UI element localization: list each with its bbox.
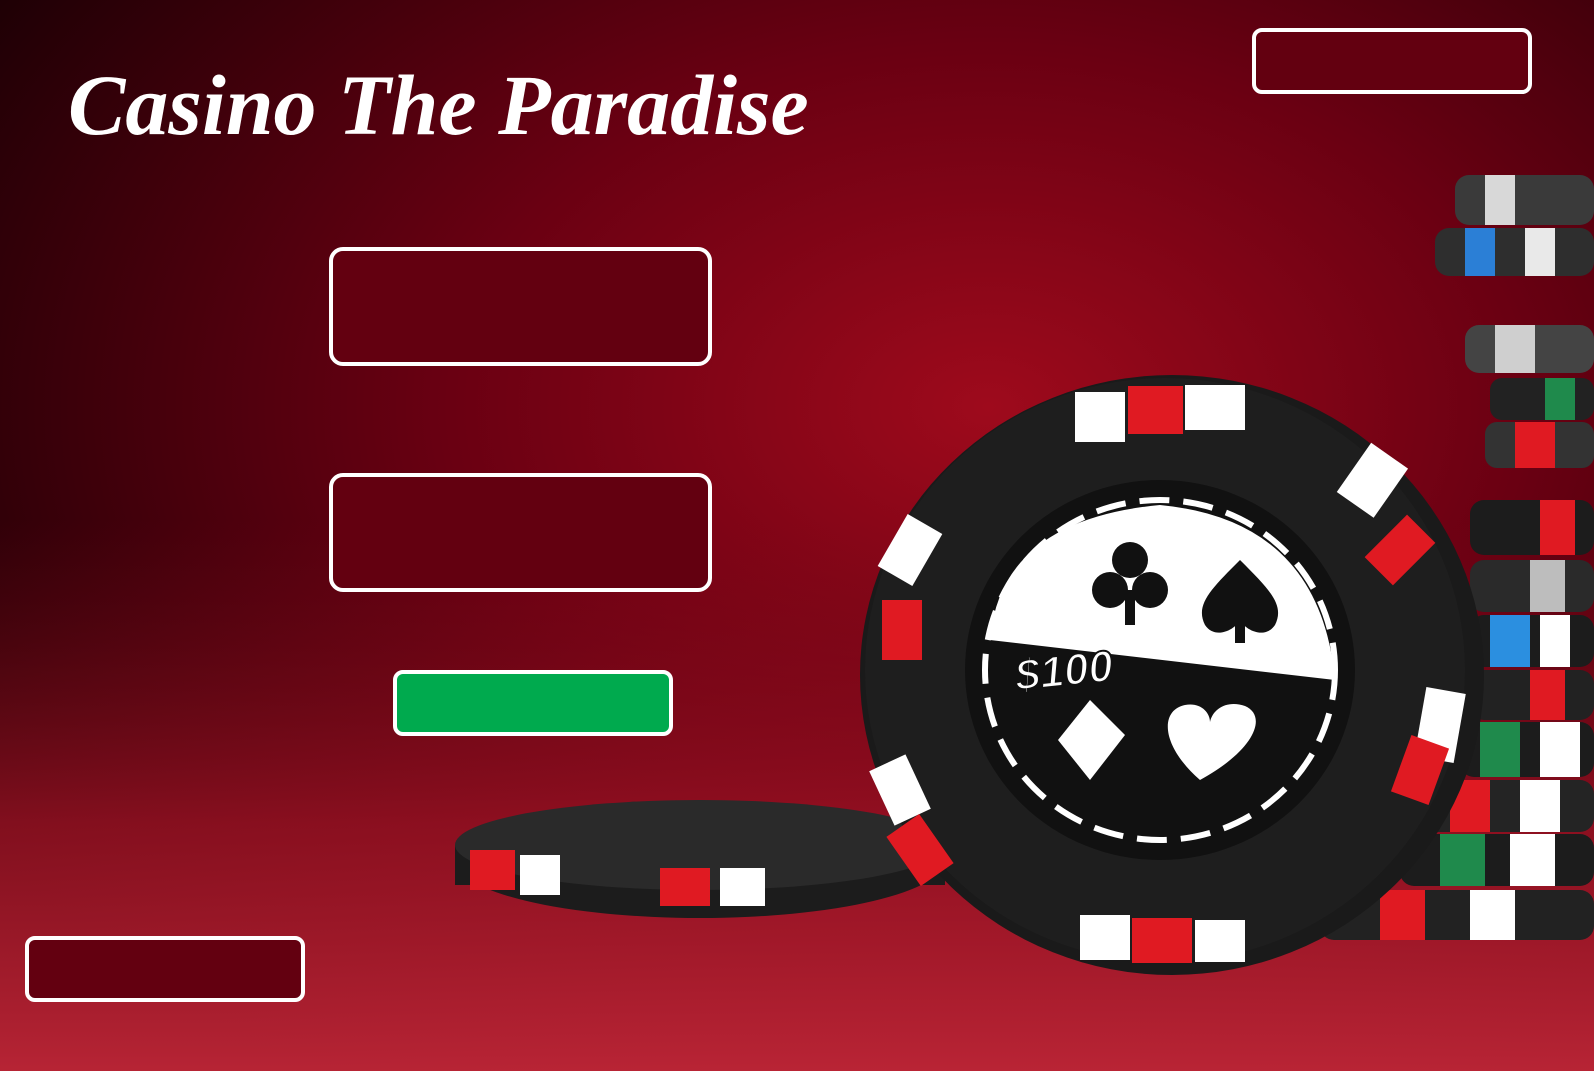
first-input-box[interactable]	[329, 247, 712, 366]
bottom-left-button[interactable]	[25, 936, 305, 1002]
page-title: Casino The Paradise	[68, 57, 809, 153]
top-right-button[interactable]	[1252, 28, 1532, 94]
green-submit-button[interactable]	[393, 670, 673, 736]
casino-background	[0, 0, 1594, 1071]
second-input-box[interactable]	[329, 473, 712, 592]
